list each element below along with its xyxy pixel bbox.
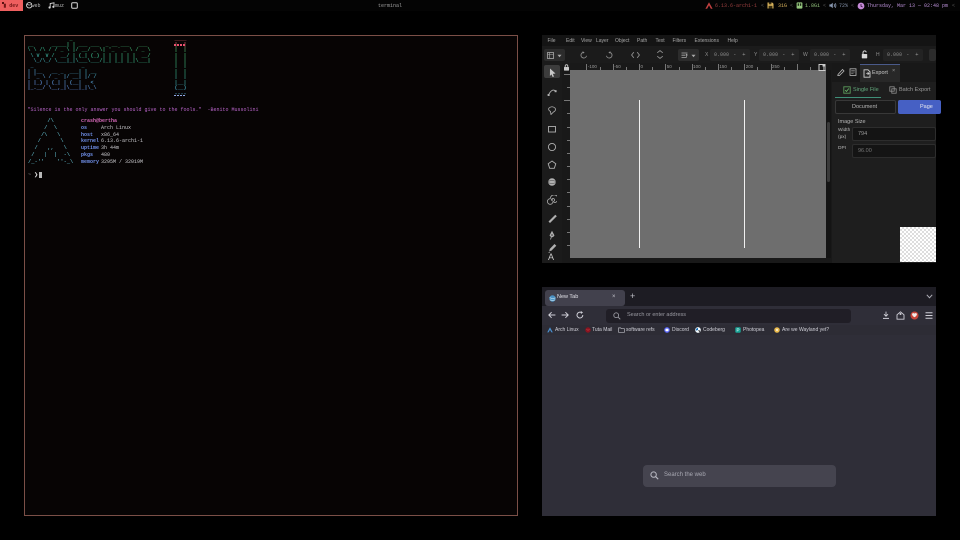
svg-text:P: P bbox=[737, 328, 740, 333]
svg-text:A: A bbox=[548, 252, 554, 261]
